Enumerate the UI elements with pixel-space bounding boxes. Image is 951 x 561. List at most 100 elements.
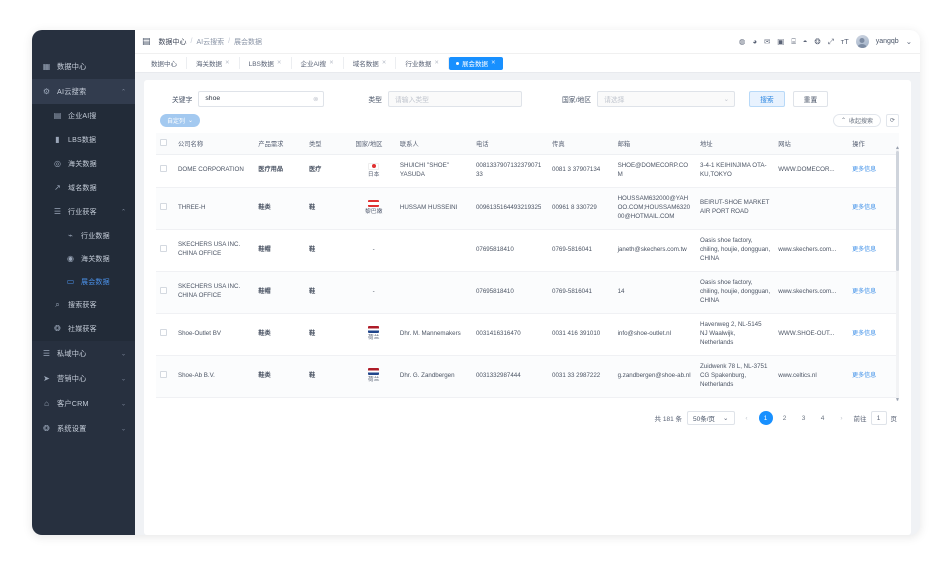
cell-website[interactable]: www.skechers.com...	[774, 229, 849, 272]
menu-icon[interactable]: ▤	[142, 36, 151, 47]
topbar-actions: ◍ ◕ ✉ ▣ ⌸ ◓ ❂ ⤢ тT yangqb ⌄	[739, 35, 912, 48]
type-input[interactable]: 请输入类型	[387, 90, 522, 107]
breadcrumb-item-1[interactable]: AI云搜索	[196, 37, 224, 47]
compass-icon[interactable]: ◍	[739, 38, 746, 46]
sidebar-item-domain-data[interactable]: ↗ 域名数据	[32, 176, 135, 200]
more-info-button[interactable]: 更多信息	[852, 331, 876, 337]
keyword-value: shoe	[205, 95, 221, 102]
close-icon[interactable]: ✕	[434, 60, 439, 66]
clear-icon[interactable]: ⊗	[313, 95, 318, 103]
sidebar-item-industry-acquisition[interactable]: ☰ 行业获客 ⌃	[32, 200, 135, 224]
page-button-2[interactable]: 2	[778, 411, 792, 425]
prev-page-button[interactable]: ‹	[740, 411, 754, 425]
tab-domain-data[interactable]: 域名数据 ✕	[344, 57, 397, 69]
refresh-icon[interactable]: ⟳	[886, 114, 899, 127]
sidebar-item-industry-customs-data[interactable]: ◉ 海关数据	[32, 247, 135, 270]
table-row[interactable]: Shoe-Outlet BV 鞋类 鞋 荷兰 Dhr. M. Mannemake…	[156, 313, 899, 356]
sidebar-item-label: LBS数据	[68, 137, 97, 144]
country-select[interactable]: 请选择 ⌄	[597, 90, 736, 107]
sidebar-item-customs-data[interactable]: ◎ 海关数据	[32, 152, 135, 176]
sidebar-item-search-acquisition[interactable]: ⌕ 搜索获客	[32, 293, 135, 317]
tab-customs-data[interactable]: 海关数据 ✕	[187, 57, 240, 69]
grid-icon: ▦	[42, 61, 51, 71]
table-row[interactable]: Shoe-Ab B.V. 鞋类 鞋 荷兰 Dhr. G. Zandbergen …	[156, 355, 899, 398]
username-label[interactable]: yangqb	[876, 38, 899, 45]
table-row[interactable]: SKECHERS USA INC. CHINA OFFICE 鞋帽 鞋 - 07…	[156, 271, 899, 314]
fullscreen-icon[interactable]: ⤢	[828, 38, 834, 46]
camera-icon[interactable]: ▣	[777, 38, 784, 46]
more-info-button[interactable]: 更多信息	[852, 205, 876, 211]
sidebar-item-ai-search[interactable]: ⚙ AI云搜索 ⌃	[32, 79, 135, 104]
reset-button[interactable]: 重置	[792, 90, 829, 107]
cell-website[interactable]: WWW.SHOE-OUT...	[774, 313, 849, 356]
cell-address: Havenweg 2, NL-5145 NJ Waalwijk, Netherl…	[696, 313, 775, 356]
more-info-button[interactable]: 更多信息	[852, 289, 876, 295]
tab-exhibition-data[interactable]: 展会数据 ✕	[449, 56, 503, 70]
chevron-down-icon[interactable]: ⌄	[724, 95, 729, 103]
sidebar-item-exhibition-data[interactable]: ▭ 展会数据	[32, 270, 135, 293]
sidebar-item-lbs-data[interactable]: ▮ LBS数据	[32, 128, 135, 152]
page-size-select[interactable]: 50条/页 ⌄	[687, 411, 735, 425]
tab-industry-data[interactable]: 行业数据 ✕	[396, 57, 449, 69]
scroll-up-icon[interactable]: ▲	[895, 145, 899, 151]
page-button-4[interactable]: 4	[816, 411, 830, 425]
breadcrumb-item-0[interactable]: 数据中心	[159, 37, 187, 47]
message-icon[interactable]: ◕	[752, 38, 757, 46]
tab-lbs-data[interactable]: LBS数据 ✕	[240, 57, 292, 69]
cell-website[interactable]: WWW.DOMECOR...	[774, 154, 849, 188]
search-button[interactable]: 搜索	[749, 90, 785, 107]
sidebar-item-data-center[interactable]: ▦ 数据中心	[32, 54, 135, 79]
cell-type: 鞋	[304, 355, 352, 398]
language-icon[interactable]: ❂	[814, 38, 820, 46]
sidebar-item-social-acquisition[interactable]: ❂ 社媒获客	[32, 317, 135, 341]
row-checkbox[interactable]	[160, 328, 167, 336]
close-icon[interactable]: ✕	[329, 60, 334, 66]
table-row[interactable]: DOME CORPORATION 医疗用品 医疗 日本 SHUICHI "SHO…	[156, 154, 899, 188]
more-info-button[interactable]: 更多信息	[852, 247, 876, 253]
table-row[interactable]: SKECHERS USA INC. CHINA OFFICE 鞋帽 鞋 - 07…	[156, 229, 899, 272]
app-window: ▦ 数据中心 ⚙ AI云搜索 ⌃ ▤ 企业AI搜 ▮ LBS数据 ◎ 海关数据 …	[32, 30, 920, 535]
table-row[interactable]: THREE-H 鞋类 鞋 黎巴嫩 HUSSAM HUSSEINI 0096135…	[156, 187, 899, 230]
custom-columns-button[interactable]: 自定列 ⌄	[160, 114, 201, 127]
cell-website[interactable]	[774, 187, 849, 230]
sidebar-item-customer-crm[interactable]: ⌂ 客户CRM ⌄	[32, 391, 135, 416]
cell-website[interactable]: www.skechers.com...	[774, 271, 849, 314]
chevron-down-icon[interactable]: ⌄	[906, 38, 912, 46]
row-checkbox[interactable]	[160, 244, 167, 252]
close-icon[interactable]: ✕	[382, 60, 387, 66]
close-icon[interactable]: ✕	[491, 60, 496, 66]
row-checkbox[interactable]	[160, 370, 167, 378]
tab-data-center[interactable]: 数据中心	[142, 57, 187, 69]
collapse-search-button[interactable]: ⌃ 收起搜索	[832, 114, 881, 127]
page-button-3[interactable]: 3	[797, 411, 811, 425]
more-info-button[interactable]: 更多信息	[852, 167, 876, 173]
column-company: 公司名称	[173, 133, 255, 155]
close-icon[interactable]: ✕	[277, 60, 282, 66]
tab-enterprise-ai[interactable]: 企业AI搜 ✕	[292, 57, 344, 69]
column-country: 国家/地区	[351, 133, 396, 155]
cell-website[interactable]: www.celtics.nl	[774, 355, 849, 398]
scroll-down-icon[interactable]: ▼	[895, 397, 899, 403]
mail-icon[interactable]: ✉	[764, 38, 770, 46]
help-icon[interactable]: ◓	[803, 38, 808, 46]
font-size-icon[interactable]: тT	[841, 38, 849, 46]
next-page-button[interactable]: ›	[835, 411, 849, 425]
jump-input[interactable]: 1	[870, 411, 887, 425]
row-checkbox[interactable]	[160, 202, 167, 210]
flag-icon	[368, 162, 380, 170]
sidebar-item-system-settings[interactable]: ❂ 系统设置 ⌄	[32, 416, 135, 441]
page-button-1[interactable]: 1	[758, 411, 773, 425]
sidebar-item-marketing[interactable]: ➤ 营销中心 ⌄	[32, 366, 135, 391]
avatar[interactable]	[855, 35, 869, 48]
close-icon[interactable]: ✕	[225, 60, 230, 66]
row-checkbox[interactable]	[160, 286, 167, 294]
select-all-checkbox[interactable]	[160, 139, 167, 146]
keyword-input[interactable]: shoe ⊗	[198, 90, 325, 107]
row-checkbox[interactable]	[160, 165, 167, 173]
sidebar-item-enterprise-ai[interactable]: ▤ 企业AI搜	[32, 104, 135, 128]
screen-icon[interactable]: ⌸	[791, 38, 796, 46]
sidebar-item-industry-data[interactable]: ⌁ 行业数据	[32, 224, 135, 247]
more-info-button[interactable]: 更多信息	[852, 373, 876, 379]
sidebar-item-private-domain[interactable]: ☰ 私域中心 ⌄	[32, 341, 135, 366]
scrollbar-thumb[interactable]	[896, 151, 899, 271]
